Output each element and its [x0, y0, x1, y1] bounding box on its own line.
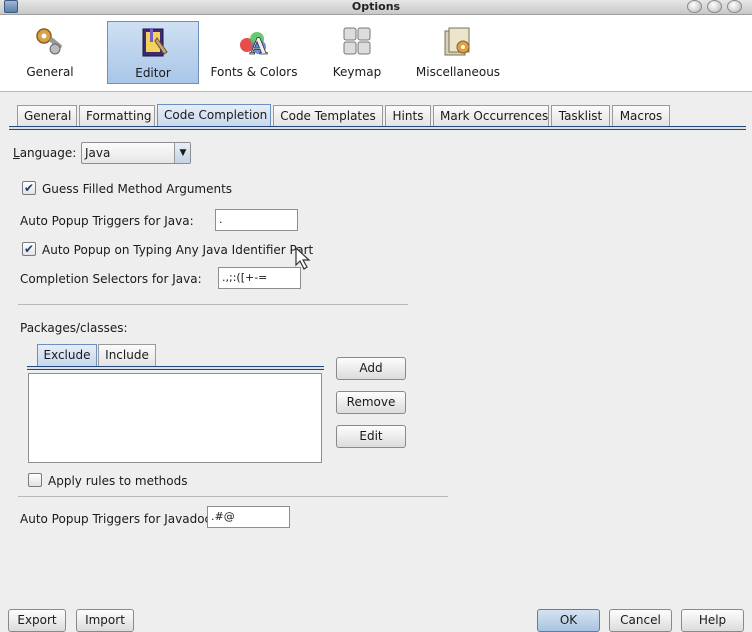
- tab-tasklist[interactable]: Tasklist: [551, 105, 610, 126]
- editor-book-icon: [142, 28, 168, 57]
- tab-mark-occurrences[interactable]: Mark Occurrences: [433, 105, 549, 126]
- remove-button[interactable]: Remove: [336, 391, 406, 414]
- chevron-down-icon[interactable]: ▼: [174, 143, 190, 163]
- guess-args-checkbox[interactable]: ✔: [22, 181, 36, 195]
- language-select[interactable]: Java ▼: [81, 142, 191, 164]
- subtab-exclude[interactable]: Exclude: [37, 344, 97, 366]
- tab-hints[interactable]: Hints: [385, 105, 431, 126]
- gears-icon: [36, 28, 62, 55]
- category-label: Fonts & Colors: [210, 65, 298, 79]
- tab-general[interactable]: General: [17, 105, 77, 126]
- category-label: Editor: [135, 66, 171, 80]
- svg-text:A: A: [249, 34, 268, 59]
- packages-list[interactable]: [28, 373, 322, 463]
- tab-code-completion[interactable]: Code Completion: [157, 104, 271, 127]
- category-fonts-colors[interactable]: A Fonts & Colors: [208, 21, 300, 84]
- miscellaneous-icon: [444, 27, 470, 56]
- separator: [18, 304, 408, 305]
- language-value: Java: [85, 146, 111, 160]
- window-title: Options: [351, 0, 401, 13]
- category-editor[interactable]: Editor: [107, 21, 199, 84]
- fonts-colors-icon: A: [240, 32, 268, 59]
- javadoc-triggers-input[interactable]: .#@: [207, 506, 290, 528]
- title-bar[interactable]: Options: [0, 0, 752, 15]
- subtab-include[interactable]: Include: [98, 344, 156, 366]
- keymap-icon: [343, 27, 371, 55]
- help-button[interactable]: Help: [681, 609, 744, 632]
- import-button[interactable]: Import: [76, 609, 134, 632]
- popup-triggers-label: Auto Popup Triggers for Java:: [20, 214, 194, 228]
- popup-triggers-input[interactable]: .: [215, 209, 298, 231]
- add-button[interactable]: Add: [336, 357, 406, 380]
- guess-args-label: Guess Filled Method Arguments: [42, 182, 233, 196]
- edit-button[interactable]: Edit: [336, 425, 406, 448]
- close-button[interactable]: [727, 0, 742, 13]
- category-label: Keymap: [332, 65, 382, 79]
- category-keymap[interactable]: Keymap: [311, 21, 403, 84]
- language-label: Language:: [13, 146, 77, 160]
- completion-selectors-label: Completion Selectors for Java:: [20, 272, 202, 286]
- ok-button[interactable]: OK: [537, 609, 600, 632]
- minimize-button[interactable]: [687, 0, 702, 13]
- apply-rules-checkbox[interactable]: [28, 473, 42, 487]
- maximize-button[interactable]: [707, 0, 722, 13]
- apply-rules-label: Apply rules to methods: [48, 474, 188, 488]
- subtab-divider: [27, 366, 324, 370]
- completion-selectors-input[interactable]: .,;:([+-=: [218, 267, 301, 289]
- javadoc-triggers-label: Auto Popup Triggers for Javadoc:: [20, 512, 216, 526]
- tab-code-templates[interactable]: Code Templates: [273, 105, 383, 126]
- popup-identifier-checkbox[interactable]: ✔: [22, 242, 36, 256]
- cancel-button[interactable]: Cancel: [609, 609, 672, 632]
- category-label: General: [26, 65, 74, 79]
- packages-label: Packages/classes:: [20, 321, 128, 335]
- tab-macros[interactable]: Macros: [612, 105, 670, 126]
- tab-formatting[interactable]: Formatting: [79, 105, 155, 126]
- popup-identifier-label: Auto Popup on Typing Any Java Identifier…: [42, 243, 314, 257]
- category-label: Miscellaneous: [415, 65, 501, 79]
- separator: [18, 496, 448, 497]
- category-miscellaneous[interactable]: Miscellaneous: [412, 21, 504, 84]
- tab-divider: [9, 126, 746, 130]
- export-button[interactable]: Export: [8, 609, 66, 632]
- category-general[interactable]: General: [4, 21, 96, 84]
- category-toolbar: General Editor A Fonts & Colors Keymap M…: [0, 15, 752, 92]
